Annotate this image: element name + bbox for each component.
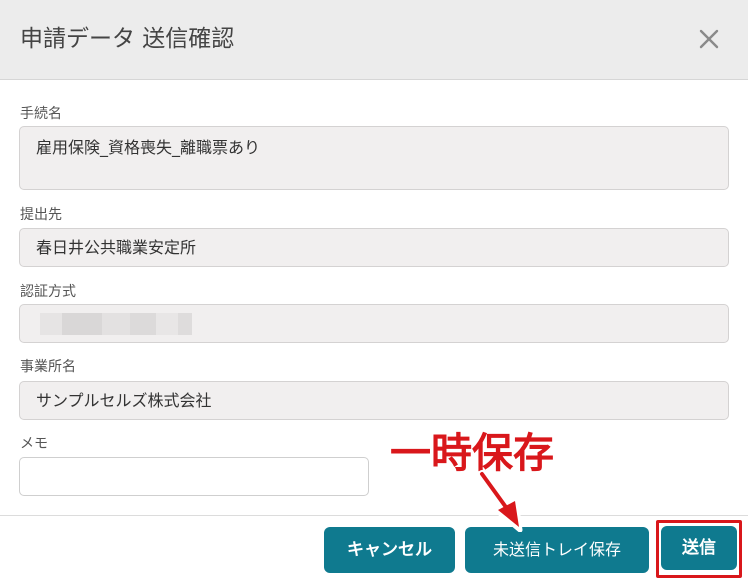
memo-label: メモ: [20, 436, 48, 452]
annotation-arrow-icon: [478, 470, 523, 532]
save-to-tray-button[interactable]: 未送信トレイ保存: [465, 527, 649, 573]
destination-label: 提出先: [20, 207, 62, 223]
office-label: 事業所名: [20, 359, 76, 375]
close-icon: [699, 29, 719, 49]
auth-method-field: [19, 304, 729, 343]
memo-input[interactable]: [19, 457, 369, 496]
dialog-header: 申請データ 送信確認: [0, 0, 748, 80]
send-highlight-box: [656, 520, 742, 578]
procedure-field: 雇用保険_資格喪失_離職票あり: [19, 126, 729, 190]
footer-divider: [0, 515, 748, 516]
office-field: サンプルセルズ株式会社: [19, 381, 729, 420]
procedure-label: 手続名: [20, 106, 62, 122]
confirm-dialog: 申請データ 送信確認 手続名 雇用保険_資格喪失_離職票あり 提出先 春日井公共…: [0, 0, 748, 582]
masked-value: [40, 313, 192, 335]
cancel-button[interactable]: キャンセル: [324, 527, 455, 573]
close-button[interactable]: [692, 22, 726, 56]
auth-method-label: 認証方式: [20, 284, 76, 300]
destination-field: 春日井公共職業安定所: [19, 228, 729, 267]
dialog-title: 申請データ 送信確認: [20, 26, 235, 52]
